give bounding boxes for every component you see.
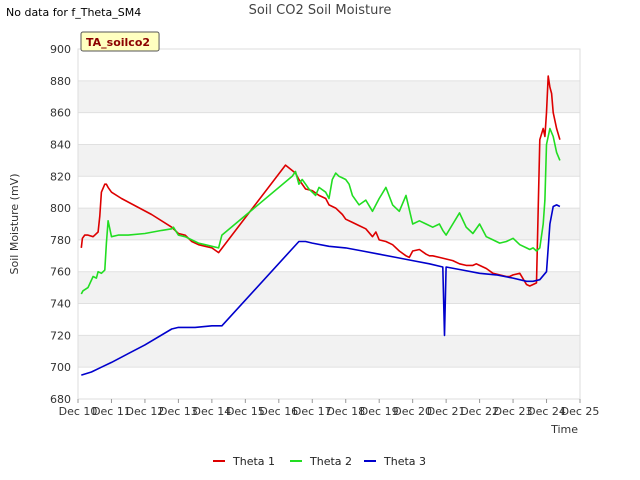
- grid-bands: [78, 80, 580, 368]
- legend: Theta 1 Theta 2 Theta 3: [213, 455, 426, 468]
- legend-label: Theta 3: [383, 455, 426, 468]
- y-tick-label: 900: [50, 43, 71, 56]
- y-tick-label: 740: [50, 298, 71, 311]
- y-tick-label: 880: [50, 75, 71, 88]
- legend-label: Theta 2: [309, 455, 352, 468]
- y-tick-label: 760: [50, 266, 71, 279]
- soil-moisture-chart: 680700720740760780800820840860880900 Dec…: [8, 31, 600, 468]
- grid-band: [78, 80, 580, 113]
- x-axis-label: Time: [550, 423, 578, 436]
- y-tick-label: 700: [50, 361, 71, 374]
- y-tick-label: 820: [50, 170, 71, 183]
- grid-band: [78, 208, 580, 240]
- y-axis-label: Soil Moisture (mV): [8, 174, 21, 275]
- grid-band: [78, 144, 580, 177]
- y-tick-label: 720: [50, 329, 71, 342]
- x-axis-ticks: Dec 10Dec 11Dec 12Dec 13Dec 14Dec 15Dec …: [59, 399, 600, 418]
- legend-label: Theta 1: [232, 455, 275, 468]
- badge: TA_soilco2: [80, 31, 160, 52]
- x-tick-label: Dec 25: [561, 405, 600, 418]
- y-axis-ticks: 680700720740760780800820840860880900: [50, 43, 71, 406]
- y-tick-label: 780: [50, 234, 71, 247]
- y-tick-label: 800: [50, 202, 71, 215]
- y-tick-label: 860: [50, 107, 71, 120]
- y-tick-label: 840: [50, 138, 71, 151]
- badge-label: TA_soilco2: [86, 36, 150, 49]
